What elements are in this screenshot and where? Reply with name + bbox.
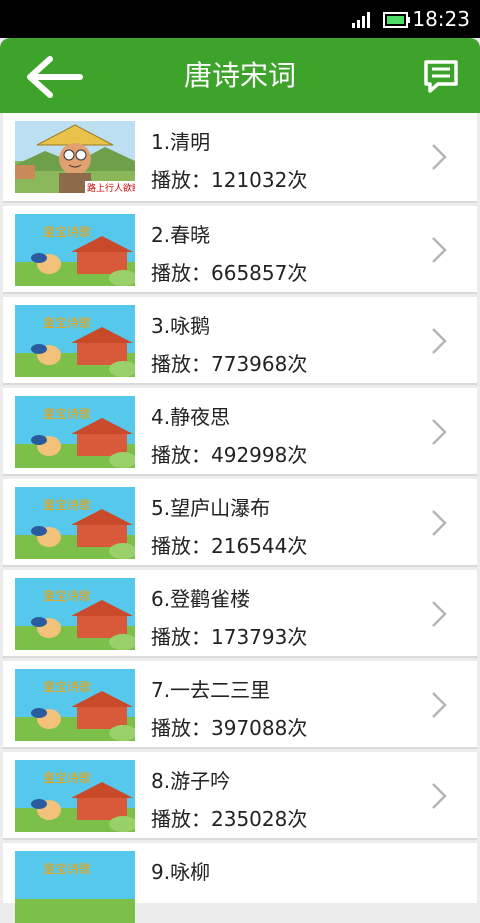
list-item[interactable]: 童宝诗歌 7.一去二三里 播放：397088次	[3, 661, 477, 749]
signal-icon	[352, 12, 370, 28]
poem-thumbnail: 童宝诗歌	[15, 851, 135, 923]
list-item[interactable]: 童宝诗歌 6.登鹳雀楼 播放：173793次	[3, 570, 477, 658]
play-count: 播放：773968次	[151, 352, 308, 376]
poem-thumbnail: 童宝诗歌	[15, 214, 135, 286]
svg-text:童宝诗歌: 童宝诗歌	[43, 770, 91, 785]
svg-text:童宝诗歌: 童宝诗歌	[43, 679, 91, 694]
status-bar: 18:23	[0, 0, 480, 38]
svg-text:路上行人欲断: 路上行人欲断	[87, 182, 135, 193]
poem-title: 5.望庐山瀑布	[151, 496, 271, 520]
list-item[interactable]: 童宝诗歌 3.咏鹅 播放：773968次	[3, 297, 477, 385]
page-title: 唐诗宋词	[183, 59, 296, 92]
chevron-right-icon	[432, 237, 447, 263]
list-item[interactable]: 路上行人欲断 1.清明 播放：121032次	[3, 113, 477, 203]
poem-thumbnail: 童宝诗歌	[15, 760, 135, 832]
svg-text:童宝诗歌: 童宝诗歌	[43, 224, 91, 239]
chevron-right-icon	[432, 328, 447, 354]
play-count: 播放：216544次	[151, 534, 308, 558]
play-count: 播放：397088次	[151, 716, 308, 740]
list-item[interactable]: 童宝诗歌 8.游子吟 播放：235028次	[3, 752, 477, 840]
battery-icon	[383, 12, 410, 28]
chevron-right-icon	[432, 692, 447, 718]
poem-thumbnail: 童宝诗歌	[15, 669, 135, 741]
poem-title: 9.咏柳	[151, 860, 211, 884]
poem-title: 2.春晓	[151, 223, 211, 247]
svg-text:童宝诗歌: 童宝诗歌	[43, 497, 91, 512]
svg-text:童宝诗歌: 童宝诗歌	[43, 861, 91, 876]
message-icon[interactable]	[422, 58, 460, 94]
play-count: 播放：665857次	[151, 261, 308, 285]
play-count: 播放：173793次	[151, 625, 308, 649]
play-count: 播放：235028次	[151, 807, 308, 831]
svg-text:童宝诗歌: 童宝诗歌	[43, 406, 91, 421]
poem-thumbnail: 路上行人欲断	[15, 121, 135, 193]
chevron-right-icon	[432, 144, 447, 170]
poem-thumbnail: 童宝诗歌	[15, 305, 135, 377]
svg-text:童宝诗歌: 童宝诗歌	[43, 588, 91, 603]
play-count: 播放：492998次	[151, 443, 308, 467]
poem-thumbnail: 童宝诗歌	[15, 487, 135, 559]
play-count: 播放：121032次	[151, 168, 308, 192]
poem-thumbnail: 童宝诗歌	[15, 396, 135, 468]
list-item[interactable]: 童宝诗歌 2.春晓 播放：665857次	[3, 206, 477, 294]
chevron-right-icon	[432, 419, 447, 445]
chevron-right-icon	[432, 601, 447, 627]
chevron-right-icon	[432, 783, 447, 809]
poem-title: 8.游子吟	[151, 769, 231, 793]
chevron-right-icon	[432, 510, 447, 536]
poem-title: 1.清明	[151, 130, 211, 154]
poem-title: 7.一去二三里	[151, 678, 271, 702]
app-header: 唐诗宋词	[0, 38, 480, 113]
status-time: 18:23	[412, 7, 470, 31]
list-item[interactable]: 童宝诗歌 4.静夜思 播放：492998次	[3, 388, 477, 476]
poem-thumbnail: 童宝诗歌	[15, 578, 135, 650]
svg-text:童宝诗歌: 童宝诗歌	[43, 315, 91, 330]
list-item[interactable]: 童宝诗歌 5.望庐山瀑布 播放：216544次	[3, 479, 477, 567]
poem-title: 3.咏鹅	[151, 314, 211, 338]
list-item[interactable]: 童宝诗歌 9.咏柳	[3, 843, 477, 923]
poem-list: 路上行人欲断 1.清明 播放：121032次 童宝诗歌 2.春晓 播放：6658…	[0, 113, 480, 923]
poem-title: 6.登鹳雀楼	[151, 587, 251, 611]
poem-title: 4.静夜思	[151, 405, 231, 429]
